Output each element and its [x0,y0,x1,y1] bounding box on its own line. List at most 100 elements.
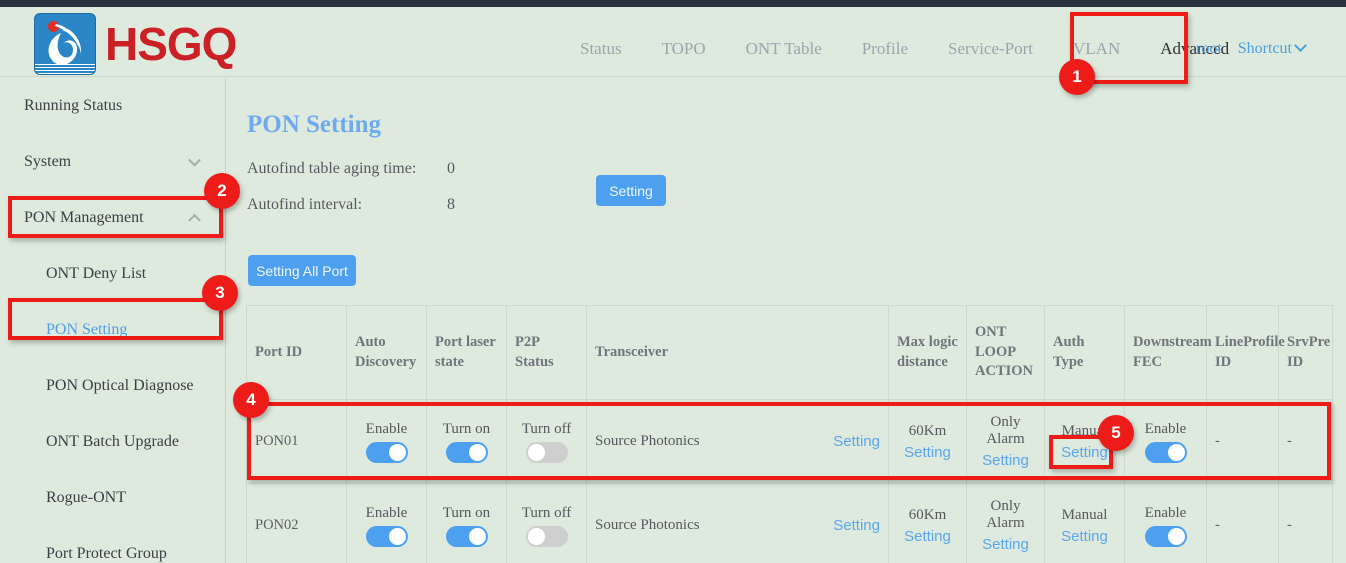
downstream-fec-toggle[interactable] [1145,526,1187,547]
max-logic-distance-setting-link[interactable]: Setting [904,528,951,545]
auto-discovery-label: Enable [366,421,408,438]
col-auto-discovery: Auto Discovery [347,306,427,400]
sidebar-item-label: PON Optical Diagnose [46,377,194,395]
cell-port-id: PON02 [247,484,347,563]
sidebar-item-label: ONT Deny List [46,265,146,283]
sidebar-item-label: Rogue-ONT [46,489,126,507]
sidebar-item-port-protect-group[interactable]: Port Protect Group [0,526,225,563]
nav-item-profile[interactable]: Profile [842,14,928,84]
top-accent-bar [0,0,1346,7]
cell-transceiver: Source Photonics Setting [587,400,889,484]
auth-type-setting-link[interactable]: Setting [1061,528,1108,545]
cell-port-id: PON01 [247,400,347,484]
sidebar-item-running-status[interactable]: Running Status [0,78,225,134]
auto-discovery-toggle[interactable] [366,442,408,463]
col-port-id: Port ID [247,306,347,400]
cell-ont-loop-action: Only Alarm Setting [967,400,1045,484]
toggle-knob-icon [389,528,406,545]
cell-auto-discovery: Enable [347,484,427,563]
port-laser-state-label: Turn on [443,421,490,438]
cell-port-laser-state: Turn on [427,484,507,563]
cell-transceiver: Source Photonics Setting [587,484,889,563]
col-p2p-status: P2P Status [507,306,587,400]
autofind-interval-value: 8 [447,196,455,214]
nav-item-vlan[interactable]: VLAN [1053,14,1140,84]
p2p-status-toggle[interactable] [526,526,568,547]
logo-stripes-icon [35,64,95,74]
downstream-fec-toggle[interactable] [1145,442,1187,463]
main-content: PON Setting Autofind table aging time: 0… [227,78,1346,563]
port-laser-state-label: Turn on [443,505,490,522]
cell-max-logic-distance: 60Km Setting [889,484,967,563]
transceiver-setting-link[interactable]: Setting [833,517,880,534]
auto-discovery-label: Enable [366,505,408,522]
setting-button[interactable]: Setting [596,175,666,206]
cell-downstream-fec: Enable [1125,400,1207,484]
sidebar-item-pon-setting[interactable]: PON Setting [0,302,225,358]
nav-item-service-port[interactable]: Service-Port [928,14,1053,84]
toggle-knob-icon [389,444,406,461]
chevron-down-icon [188,154,201,167]
cell-port-laser-state: Turn on [427,400,507,484]
nav-item-status[interactable]: Status [560,14,642,84]
sidebar-item-rogue-ont[interactable]: Rogue-ONT [0,470,225,526]
pon-table-container[interactable]: Port ID Auto Discovery Port laser state … [246,305,1346,563]
p2p-status-toggle[interactable] [526,442,568,463]
transceiver-setting-link[interactable]: Setting [833,433,880,450]
toggle-knob-icon [469,444,486,461]
col-auth-type: Auth Type [1045,306,1125,400]
col-port-laser-state: Port laser state [427,306,507,400]
cell-auto-discovery: Enable [347,400,427,484]
toggle-knob-icon [1168,444,1185,461]
auto-discovery-toggle[interactable] [366,526,408,547]
sidebar-item-pon-optical-diagnose[interactable]: PON Optical Diagnose [0,358,225,414]
p2p-status-label: Turn off [522,505,572,522]
max-logic-distance-value: 60Km [909,507,947,524]
downstream-fec-label: Enable [1145,421,1187,438]
autofind-interval-label: Autofind interval: [247,196,362,214]
sidebar: Running Status System PON Management ONT… [0,78,226,563]
max-logic-distance-value: 60Km [909,423,947,440]
sidebar-item-label: System [24,153,71,171]
ont-loop-action-setting-link[interactable]: Setting [982,452,1029,469]
table-row[interactable]: PON02 Enable Turn on [247,484,1333,563]
nav-item-topo[interactable]: TOPO [642,14,726,84]
auth-type-setting-link[interactable]: Setting [1061,444,1108,461]
sidebar-item-pon-management[interactable]: PON Management [0,190,225,246]
col-max-logic-distance: Max logic distance [889,306,967,400]
port-laser-state-toggle[interactable] [446,526,488,547]
pon-table: Port ID Auto Discovery Port laser state … [246,305,1333,563]
cell-downstream-fec: Enable [1125,484,1207,563]
port-laser-state-toggle[interactable] [446,442,488,463]
cell-line-profile-id: - [1207,484,1279,563]
col-line-profile-id: LineProfile ID [1207,306,1279,400]
autofind-aging-time-label: Autofind table aging time: [247,160,416,178]
sidebar-item-ont-deny-list[interactable]: ONT Deny List [0,246,225,302]
chevron-up-icon [188,214,201,227]
ont-loop-action-value: Only Alarm [975,498,1036,532]
shortcut-menu[interactable]: Shortcut [1238,40,1305,58]
header-user-area: root Shortcut [1196,14,1305,84]
sidebar-item-label: PON Setting [46,321,127,339]
col-ont-loop-action: ONT LOOP ACTION [967,306,1045,400]
table-row[interactable]: PON01 Enable Turn on [247,400,1333,484]
main-nav: Status TOPO ONT Table Profile Service-Po… [560,14,1249,84]
cell-srv-pre-id: - [1279,484,1333,563]
cell-line-profile-id: - [1207,400,1279,484]
brand-logo[interactable]: HSGQ [35,14,236,74]
table-header-row: Port ID Auto Discovery Port laser state … [247,306,1333,400]
sidebar-item-system[interactable]: System [0,134,225,190]
username-label[interactable]: root [1196,40,1222,58]
nav-item-ont-table[interactable]: ONT Table [726,14,842,84]
setting-all-port-button[interactable]: Setting All Port [248,255,356,286]
hsgq-logo-icon [35,14,95,74]
col-downstream-fec: Downstream FEC [1125,306,1207,400]
sidebar-item-ont-batch-upgrade[interactable]: ONT Batch Upgrade [0,414,225,470]
cell-srv-pre-id: - [1279,400,1333,484]
ont-loop-action-setting-link[interactable]: Setting [982,536,1029,553]
cell-auth-type: Manual Setting [1045,484,1125,563]
sidebar-item-label: ONT Batch Upgrade [46,433,179,451]
autofind-aging-time-value: 0 [447,160,455,178]
toggle-knob-icon [469,528,486,545]
max-logic-distance-setting-link[interactable]: Setting [904,444,951,461]
